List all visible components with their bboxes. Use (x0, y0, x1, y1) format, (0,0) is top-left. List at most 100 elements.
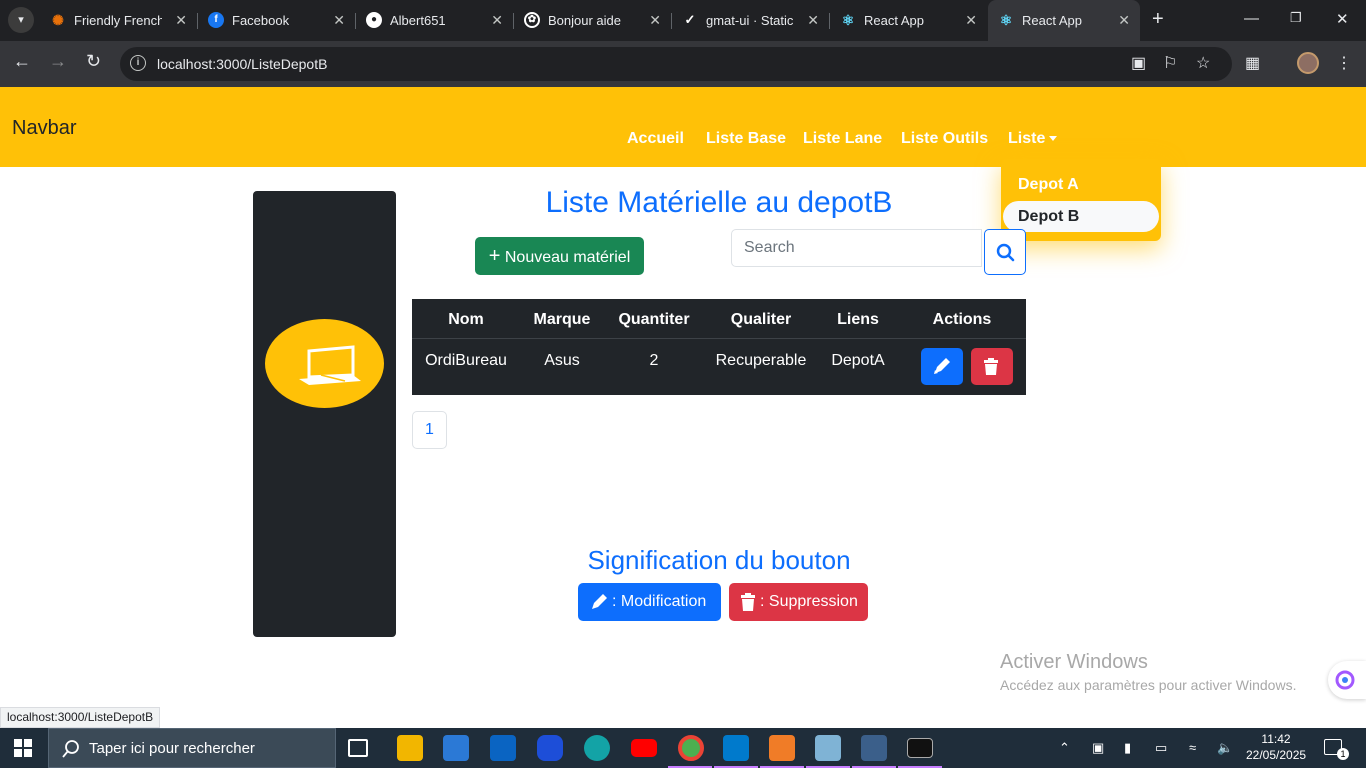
dropdown-item-depot-b[interactable]: Depot B (1003, 201, 1159, 232)
close-tab-icon[interactable]: ✕ (1118, 0, 1130, 41)
clock-date: 22/05/2025 (1246, 748, 1307, 762)
browser-tab[interactable]: ✿ Bonjour aide ✕ (514, 0, 672, 41)
browser-tab[interactable]: ✺ Friendly French C ✕ (40, 0, 198, 41)
column-header-quantiter: Quantiter (618, 311, 690, 328)
bookmark-star-icon[interactable]: ☆ (1196, 53, 1210, 73)
plus-icon: + (488, 245, 501, 267)
taskbar-search-box[interactable]: Taper ici pour rechercher (48, 728, 336, 768)
battery-icon[interactable]: ▭ (1155, 740, 1167, 756)
chrome-icon[interactable] (678, 735, 704, 761)
facebook-icon: f (208, 12, 224, 28)
tab-title: Friendly French C (74, 13, 162, 28)
restore-icon[interactable]: ❐ (1290, 10, 1302, 26)
asterisk-icon: ✺ (52, 12, 64, 28)
notification-count-badge: 1 (1337, 748, 1349, 760)
laptop-logo (265, 319, 384, 408)
close-tab-icon[interactable]: ✕ (333, 0, 345, 41)
search-input[interactable] (731, 229, 982, 267)
address-url[interactable]: localhost:3000/ListeDepotB (157, 56, 327, 72)
browser-tab[interactable]: f Facebook ✕ (198, 0, 356, 41)
install-app-icon[interactable]: ▣ (1131, 53, 1146, 73)
outlook-icon[interactable] (490, 735, 516, 761)
column-header-marque: Marque (533, 311, 591, 328)
vscode-icon[interactable] (723, 735, 749, 761)
openai-icon: ✿ (524, 12, 540, 28)
tab-title: gmat-ui · Static (706, 13, 794, 28)
caret-down-icon (1049, 136, 1058, 142)
status-bar-url: localhost:3000/ListeDepotB (0, 707, 161, 728)
activation-watermark-title: Activer Windows (1000, 651, 1148, 673)
cell-quantiter: 2 (649, 352, 659, 369)
nav-link-liste-lane[interactable]: Liste Lane (803, 130, 882, 148)
delete-button[interactable] (971, 348, 1013, 385)
more-menu-icon[interactable]: ⋮ (1336, 53, 1352, 73)
close-tab-icon[interactable]: ✕ (649, 0, 661, 41)
notes-app-icon[interactable] (815, 735, 841, 761)
copilot-icon (1335, 670, 1355, 690)
mysql-workbench-icon[interactable] (861, 735, 887, 761)
new-material-label: Nouveau matériel (504, 249, 631, 266)
meet-now-icon[interactable]: ▣ (1092, 740, 1104, 756)
microphone-icon[interactable]: ▮ (1124, 740, 1131, 756)
new-material-button[interactable]: + Nouveau matériel (475, 237, 644, 275)
cell-qualiter: Recuperable (715, 352, 807, 369)
clock-time: 11:42 (1261, 732, 1291, 746)
browser-tab-active[interactable]: ⚛ React App ✕ (988, 0, 1140, 41)
nav-link-liste-base[interactable]: Liste Base (706, 130, 786, 148)
microsoft-store-icon[interactable] (443, 735, 469, 761)
profile-avatar[interactable] (1297, 52, 1319, 74)
nav-link-liste-outils[interactable]: Liste Outils (901, 130, 988, 148)
back-icon[interactable]: ← (13, 51, 31, 72)
search-icon (996, 243, 1015, 262)
file-explorer-icon[interactable] (397, 735, 423, 761)
forward-icon[interactable]: → (49, 51, 67, 72)
tray-chevron-icon[interactable]: ⌃ (1059, 740, 1070, 756)
terminal-icon[interactable] (907, 738, 933, 758)
column-header-actions: Actions (932, 311, 992, 328)
activation-watermark-subtitle: Accédez aux paramètres pour activer Wind… (1000, 677, 1297, 693)
extensions-icon[interactable]: ▦ (1245, 53, 1260, 73)
side-widget[interactable] (1328, 661, 1366, 699)
close-tab-icon[interactable]: ✕ (175, 0, 187, 41)
navbar-brand[interactable]: Navbar (12, 117, 76, 140)
close-tab-icon[interactable]: ✕ (965, 0, 977, 41)
edge-icon[interactable] (584, 735, 610, 761)
nav-dropdown-liste[interactable]: Liste (1008, 130, 1058, 148)
youtube-icon[interactable] (631, 739, 657, 757)
minimize-icon[interactable]: — (1244, 10, 1259, 27)
search-button[interactable] (984, 229, 1026, 275)
browser-tab[interactable]: ✓ gmat-ui · Static ✕ (672, 0, 830, 41)
nav-dropdown-label: Liste (1008, 130, 1046, 147)
wifi-icon[interactable]: ≈ (1189, 740, 1196, 755)
taskbar-search-placeholder: Taper ici pour rechercher (89, 740, 255, 757)
site-info-icon[interactable]: i (130, 55, 146, 71)
deploy-icon: ✓ (684, 12, 696, 27)
reload-icon[interactable]: ↻ (86, 51, 101, 72)
edit-button[interactable] (921, 348, 963, 385)
new-tab-icon[interactable]: + (1152, 8, 1164, 31)
search-icon (62, 740, 79, 758)
browser-tab[interactable]: ● Albert651 ✕ (356, 0, 514, 41)
system-clock[interactable]: 11:42 22/05/2025 (1246, 731, 1306, 763)
windows-start-icon[interactable] (14, 739, 32, 762)
translate-icon[interactable]: ⚐ (1163, 53, 1177, 73)
legend-title: Signification du bouton (587, 545, 851, 575)
close-window-icon[interactable]: ✕ (1336, 10, 1349, 28)
pagination-page-1[interactable]: 1 (412, 411, 447, 449)
dropdown-item-depot-a[interactable]: Depot A (1003, 169, 1159, 200)
column-header-nom: Nom (448, 311, 484, 328)
react-icon: ⚛ (999, 12, 1013, 28)
xampp-icon[interactable] (769, 735, 795, 761)
task-view-icon[interactable] (348, 739, 368, 757)
tab-search-button[interactable]: ▾ (8, 7, 34, 33)
security-shield-icon[interactable] (537, 735, 563, 761)
volume-icon[interactable]: 🔈 (1217, 740, 1233, 756)
address-bar[interactable]: i localhost:3000/ListeDepotB (120, 47, 1232, 81)
browser-tab[interactable]: ⚛ React App ✕ (830, 0, 987, 41)
nav-link-accueil[interactable]: Accueil (627, 130, 684, 148)
close-tab-icon[interactable]: ✕ (491, 0, 503, 41)
table-header: Nom Marque Quantiter Qualiter Liens Acti… (412, 299, 1026, 339)
page-title: Liste Matérielle au depotB (545, 186, 893, 219)
tab-title: Bonjour aide (548, 13, 621, 28)
close-tab-icon[interactable]: ✕ (807, 0, 819, 41)
